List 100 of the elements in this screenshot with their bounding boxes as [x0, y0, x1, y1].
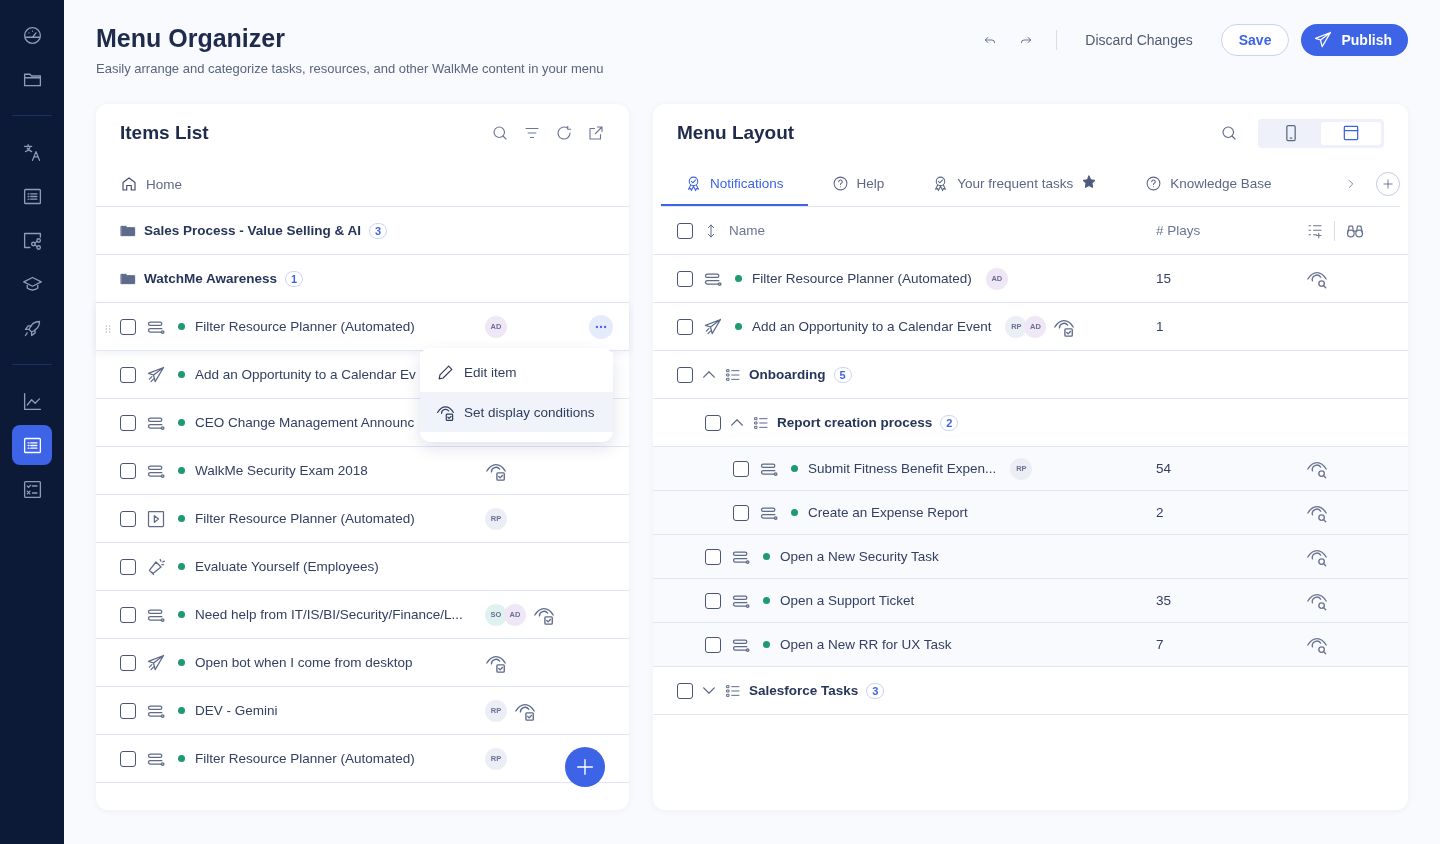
item-name[interactable]: Evaluate Yourself (Employees) [195, 559, 485, 574]
checkbox[interactable] [705, 636, 721, 653]
help-icon [1145, 174, 1163, 192]
checkbox[interactable] [705, 414, 721, 431]
menu-item[interactable]: Set display conditions [420, 392, 613, 432]
rosette-icon [685, 174, 702, 192]
gauge-icon [21, 24, 43, 46]
paper-plane-icon [146, 652, 166, 673]
status-dot [178, 467, 185, 474]
checkbox[interactable] [120, 414, 136, 431]
status-dot [178, 707, 185, 714]
column-header: # Plays [1156, 223, 1201, 238]
item-name[interactable]: Filter Resource Planner (Automated) [195, 319, 485, 334]
checkbox[interactable] [120, 654, 136, 671]
list-icon [753, 414, 769, 431]
chevron-down-button[interactable] [703, 687, 715, 694]
chevron-up-button[interactable] [731, 419, 743, 426]
item-name[interactable]: Need help from IT/IS/BI/Security/Finance/L... [195, 607, 485, 622]
help-icon [831, 174, 849, 192]
checkbox[interactable] [677, 222, 693, 239]
status-dot [791, 465, 798, 472]
group-name[interactable]: Salesforce Tasks [749, 683, 859, 698]
checkbox[interactable] [120, 750, 136, 767]
group-name[interactable]: Onboarding [749, 367, 826, 382]
publish-button[interactable]: Publish [1301, 24, 1408, 56]
checkbox[interactable] [677, 318, 693, 335]
status-dot [178, 515, 185, 522]
paper-plane-icon [146, 364, 166, 385]
play-icon [146, 508, 166, 529]
item-name[interactable]: Open a New Security Task [780, 549, 939, 564]
save-button[interactable]: Save [1220, 24, 1290, 56]
checkbox[interactable] [677, 270, 693, 287]
status-dot [178, 323, 185, 330]
checkbox[interactable] [120, 462, 136, 479]
page-title: Menu Organizer [96, 24, 286, 53]
status-dot [763, 597, 770, 604]
checkbox[interactable] [677, 366, 693, 383]
plus-icon [1381, 177, 1395, 191]
home-icon [120, 175, 138, 193]
translate-icon [21, 141, 43, 163]
tab[interactable]: Your frequent tasks [908, 162, 1122, 206]
panel-title: Items List [120, 122, 210, 144]
item-name[interactable]: DEV - Gemini [195, 703, 485, 718]
checkbox[interactable] [120, 558, 136, 575]
add-button[interactable] [565, 747, 605, 787]
tab[interactable]: Notifications [661, 162, 808, 206]
tab[interactable]: Knowledge Base [1121, 162, 1296, 206]
status-dot [763, 553, 770, 560]
item-name[interactable]: Filter Resource Planner (Automated) [195, 511, 485, 526]
search-button[interactable] [1220, 124, 1238, 142]
view-toggle[interactable] [1321, 121, 1381, 145]
checkbox[interactable] [677, 682, 693, 699]
checkbox[interactable] [120, 510, 136, 527]
checkbox[interactable] [733, 460, 749, 477]
sidebar-item[interactable] [12, 425, 52, 465]
tab[interactable]: Help [807, 162, 909, 206]
plus-icon [574, 756, 596, 778]
item-name[interactable]: Add an Opportunity to a Calendar Event [752, 319, 992, 334]
checkbox[interactable] [120, 606, 136, 623]
group-name[interactable]: Report creation process [777, 415, 933, 430]
status-dot [178, 659, 185, 666]
checkbox[interactable] [120, 702, 136, 719]
list-icon [725, 366, 741, 383]
item-name[interactable]: Filter Resource Planner (Automated) [195, 751, 485, 766]
column-header: Name [729, 223, 765, 238]
panel-title: Menu Layout [677, 122, 796, 144]
plays-count: 35 [1156, 593, 1172, 608]
menu-item[interactable]: Edit item [420, 352, 613, 392]
plays-count: 1 [1156, 319, 1164, 334]
discard-changes-button[interactable]: Discard Changes [1069, 26, 1209, 54]
item-name[interactable]: Submit Fitness Benefit Expen... [808, 461, 997, 476]
item-name[interactable]: Open a Support Ticket [780, 593, 915, 608]
plays-count: 15 [1156, 271, 1172, 286]
paper-plane-icon [703, 316, 723, 337]
breadcrumb-link[interactable]: Home [146, 176, 182, 192]
status-dot [791, 509, 798, 516]
refresh-icon [555, 124, 573, 142]
item-name[interactable]: Open bot when I come from desktop [195, 655, 485, 670]
item-name[interactable]: Create an Expense Report [808, 505, 968, 520]
refresh-button[interactable] [555, 124, 573, 142]
folder-name[interactable]: Sales Process - Value Selling & AI [144, 223, 362, 238]
checkbox[interactable] [120, 318, 136, 335]
plays-count: 7 [1156, 637, 1164, 652]
item-name[interactable]: Filter Resource Planner (Automated) [752, 271, 972, 286]
status-dot [178, 419, 185, 426]
item-name[interactable]: WalkMe Security Exam 2018 [195, 463, 485, 478]
chevron-up-button[interactable] [703, 371, 715, 378]
status-dot [178, 611, 185, 618]
checkbox[interactable] [733, 504, 749, 521]
chart-icon [21, 390, 43, 412]
folder-name[interactable]: WatchMe Awareness [144, 271, 278, 286]
search-button[interactable] [491, 124, 509, 142]
open-external-button[interactable] [587, 124, 605, 142]
checkbox[interactable] [705, 592, 721, 609]
drag-handle-icon [103, 324, 113, 334]
checkbox[interactable] [120, 366, 136, 383]
search-icon [1220, 124, 1238, 142]
item-name[interactable]: Open a New RR for UX Task [780, 637, 952, 652]
checkbox[interactable] [705, 548, 721, 565]
plays-count: 2 [1156, 505, 1164, 520]
